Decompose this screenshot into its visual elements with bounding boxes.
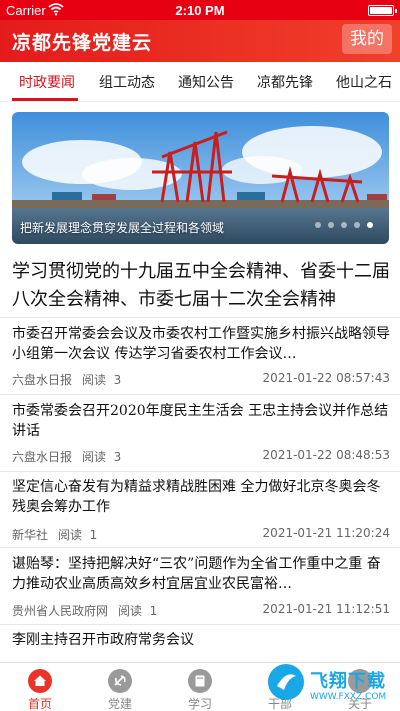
read-count: 3 [113,450,122,464]
party-emblem-icon [108,669,132,693]
battery-icon [368,5,397,16]
news-date: 2021-01-21 11:12:51 [262,602,390,616]
my-profile-button[interactable]: 我的 [342,24,392,54]
news-title: 市委常委会召开2020年度民主生活会 王忠主持会议并作总结讲话 [12,403,389,439]
featured-headline[interactable]: 学习贯彻党的十九届五中全会精神、省委十二届八次全会精神、市委七届十二次全会精神 [12,258,390,314]
read-label: 阅读 [82,450,107,464]
news-meta: 新华社 阅读 1 2021-01-21 11:20:24 [12,526,390,543]
news-item[interactable]: 市委召开常委会会议及市委农村工作暨实施乡村振兴战略领导小组第一次会议 传达学习省… [12,324,390,387]
read-label: 阅读 [118,604,143,618]
status-bar: Carrier 2:10 PM [0,0,400,20]
tabbar-party[interactable]: 党建 [90,665,150,711]
category-tabs: 时政要闻 组工动态 通知公告 凉都先锋 他山之石 [0,62,400,102]
news-title: 谌贻琴：坚持把解决好“三农”问题作为全省工作重中之重 奋力推动农业高质高效乡村宜… [12,556,381,592]
tab-organization-news[interactable]: 组工动态 [99,72,155,92]
carousel-dot[interactable] [328,222,334,228]
divider [0,394,400,395]
watermark-text: 飞翔下载 [310,671,386,692]
divider [0,317,400,318]
read-count: 1 [89,528,98,542]
active-tab-indicator [12,98,78,101]
news-item[interactable]: 市委常委会召开2020年度民主生活会 王忠主持会议并作总结讲话 六盘水日报 阅读 … [12,401,390,464]
divider [0,471,400,472]
app-header: 凉都先锋党建云 我的 [0,20,400,62]
news-source: 新华社 [12,528,49,542]
carousel-pagination [308,213,373,232]
app-title: 凉都先锋党建云 [12,32,153,54]
news-title: 市委召开常委会会议及市委农村工作暨实施乡村振兴战略领导小组第一次会议 传达学习省… [12,326,390,362]
tab-other-stones[interactable]: 他山之石 [336,72,392,92]
tab-notices[interactable]: 通知公告 [178,72,234,92]
carousel-dot[interactable] [341,222,347,228]
site-watermark: 飞翔下载 WWW.FXXZ.COM [262,662,400,711]
tabbar-home[interactable]: 首页 [10,665,70,711]
news-meta: 六盘水日报 阅读 3 2021-01-22 08:48:53 [12,448,390,465]
carousel-dot[interactable] [354,222,360,228]
news-meta: 六盘水日报 阅读 3 2021-01-22 08:57:43 [12,371,390,388]
tab-current-affairs[interactable]: 时政要闻 [19,72,75,92]
tab-liangdu-pioneer[interactable]: 凉都先锋 [257,72,313,92]
banner-carousel[interactable]: 把新发展理念贯穿发展全过程和各领域 [12,112,389,244]
read-count: 3 [113,373,122,387]
tabbar-label: 首页 [27,697,52,711]
home-icon [28,669,52,693]
news-item[interactable]: 李刚主持召开市政府常务会议 [12,630,390,650]
tabbar-label: 学习 [187,697,212,711]
news-title: 李刚主持召开市政府常务会议 [12,632,194,648]
news-title: 坚定信心奋发有为精益求精战胜困难 全力做好北京冬奥会冬残奥会筹办工作 [12,479,381,515]
watermark-url: WWW.FXXZ.COM [310,692,387,702]
read-label: 阅读 [58,528,83,542]
news-item[interactable]: 坚定信心奋发有为精益求精战胜困难 全力做好北京冬奥会冬残奥会筹办工作 新华社 阅读… [12,477,390,542]
tabbar-study[interactable]: 学习 [170,665,230,711]
news-date: 2021-01-21 11:20:24 [262,526,390,540]
book-icon [188,669,212,693]
news-source: 六盘水日报 [12,450,73,464]
carousel-dot-active[interactable] [367,222,373,228]
carousel-dot[interactable] [315,222,321,228]
divider [0,547,400,548]
news-source: 六盘水日报 [12,373,73,387]
news-source: 贵州省人民政府网 [12,604,109,618]
news-item[interactable]: 谌贻琴：坚持把解决好“三农”问题作为全省工作重中之重 奋力推动农业高质高效乡村宜… [12,554,390,618]
news-meta: 贵州省人民政府网 阅读 1 2021-01-21 11:12:51 [12,602,390,619]
banner-caption: 把新发展理念贯穿发展全过程和各领域 [20,221,225,235]
tabbar-label: 党建 [107,697,132,711]
read-count: 1 [149,604,158,618]
news-date: 2021-01-22 08:57:43 [262,371,390,385]
watermark-logo-icon [268,664,304,700]
read-label: 阅读 [82,373,107,387]
news-date: 2021-01-22 08:48:53 [262,448,390,462]
divider [0,624,400,625]
clock: 2:10 PM [175,3,225,18]
